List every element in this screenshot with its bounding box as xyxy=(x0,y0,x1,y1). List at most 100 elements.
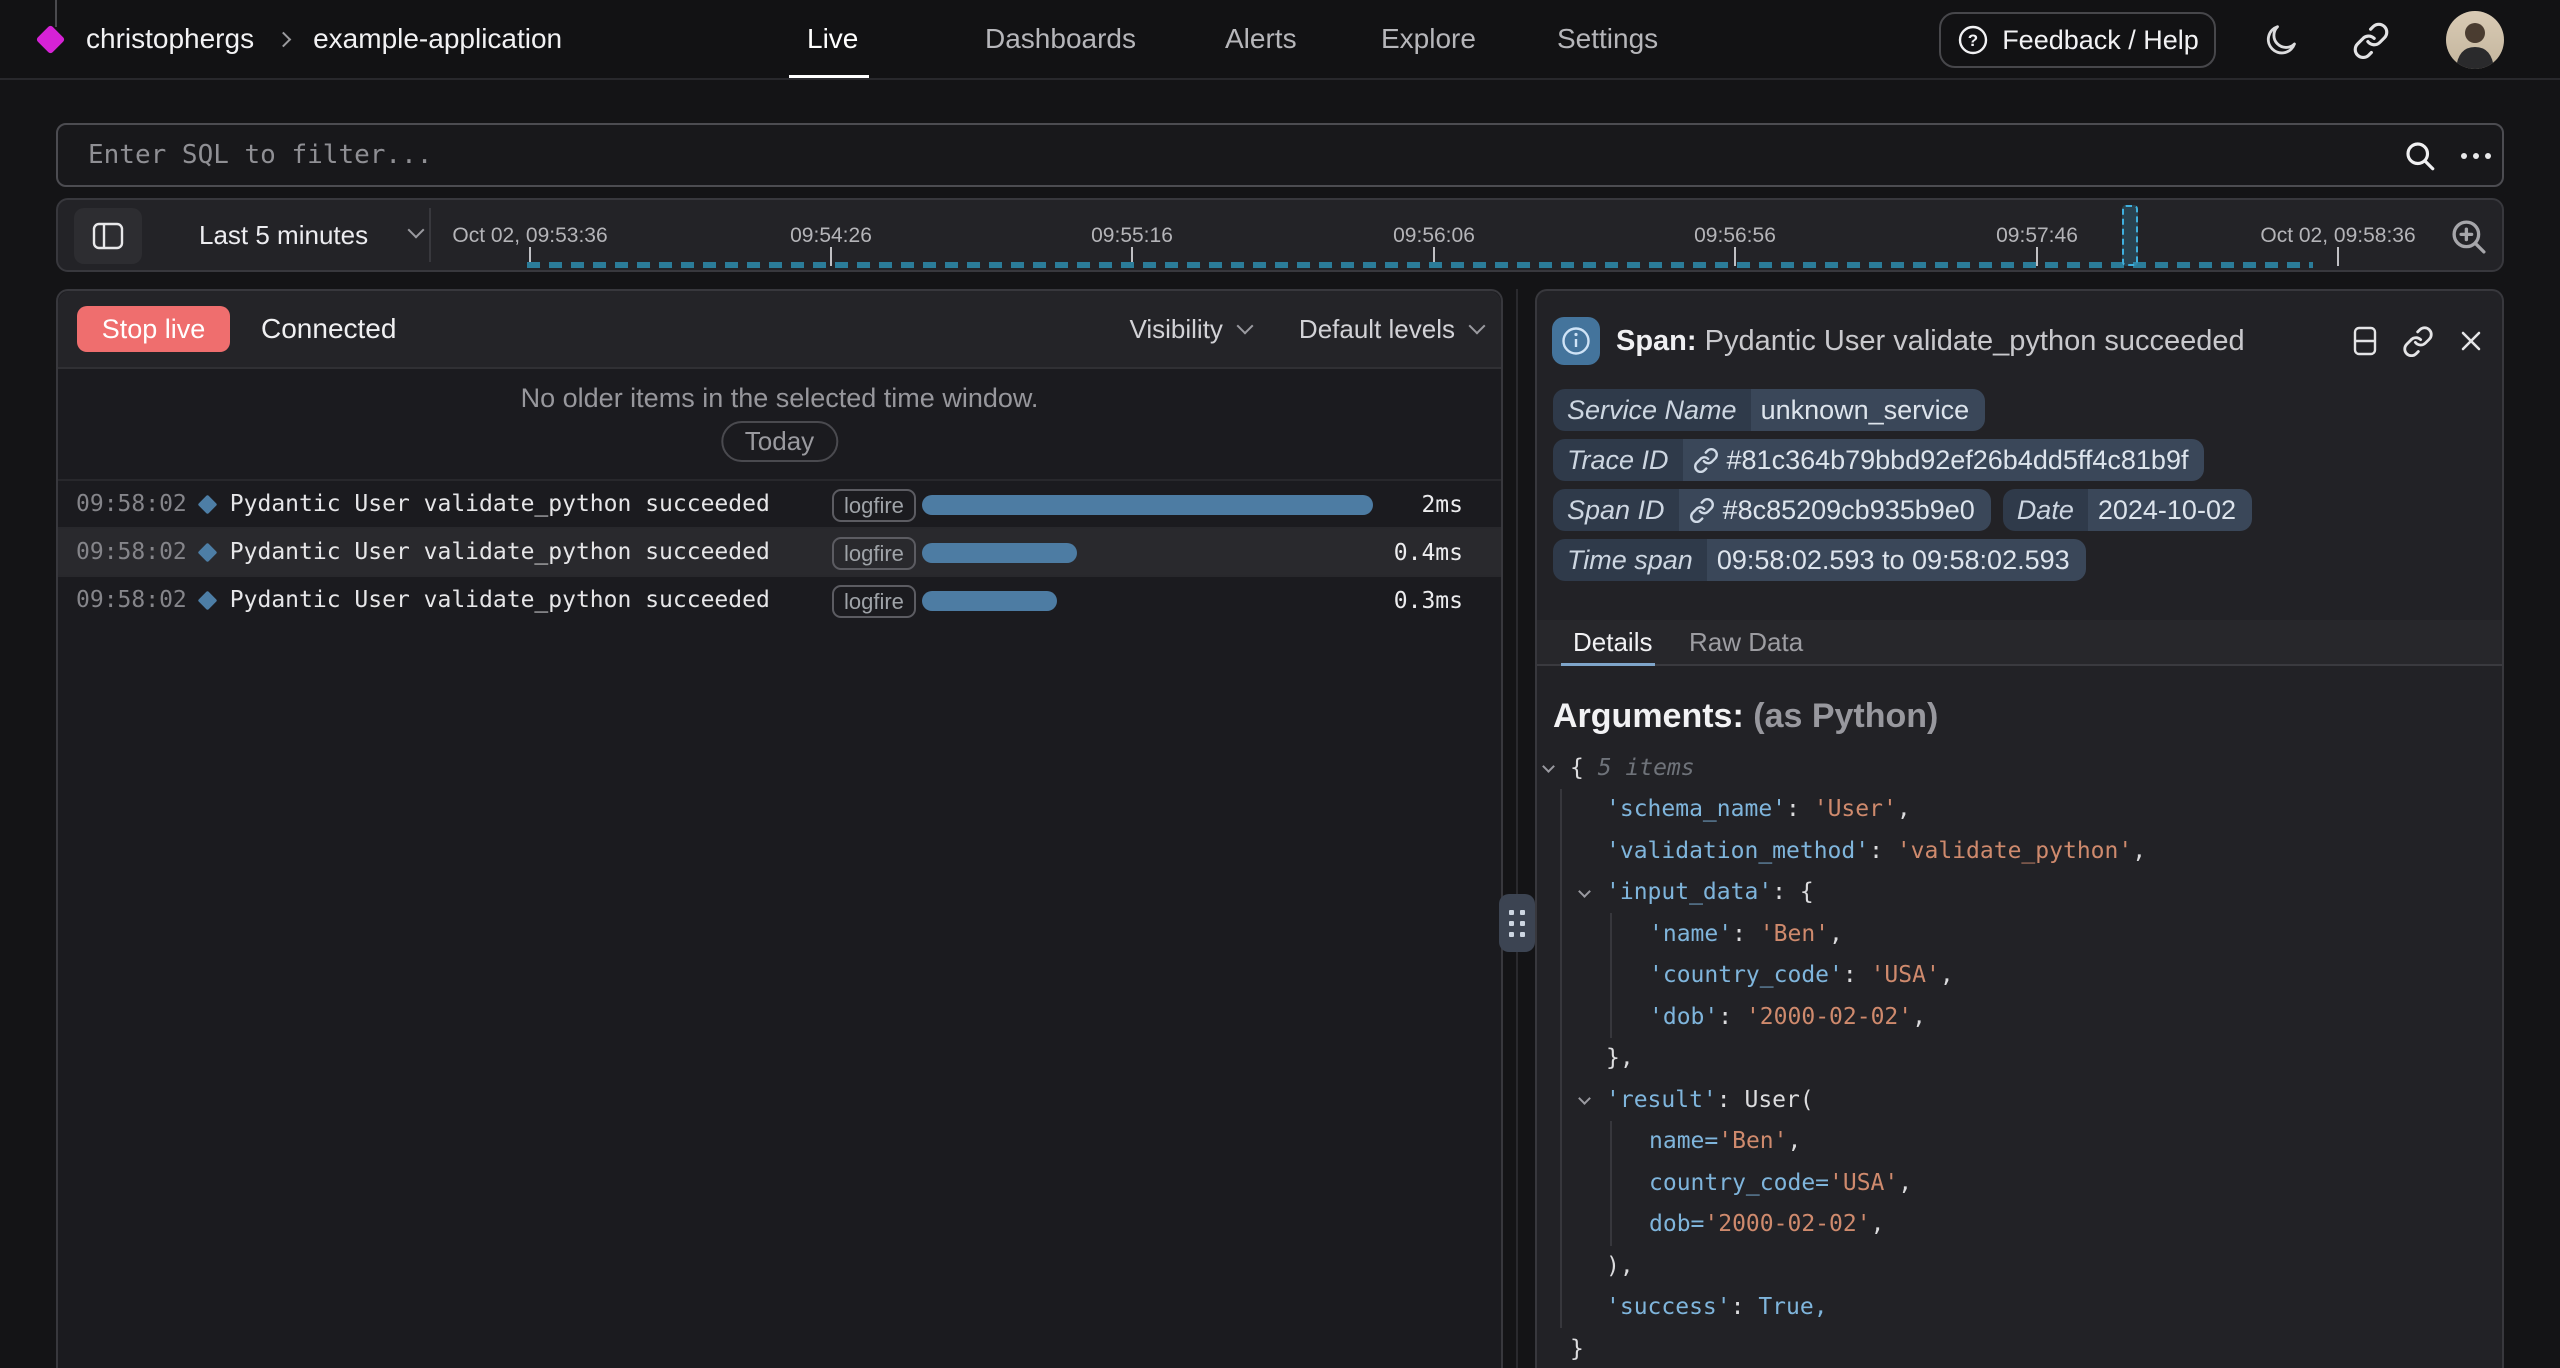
zoom-in-icon[interactable] xyxy=(2448,216,2490,258)
date-badge: Date 2024-10-02 xyxy=(2003,489,2252,531)
timeline-current-marker[interactable] xyxy=(2122,205,2138,266)
span-diamond-icon xyxy=(197,542,217,562)
logfire-app: christophergs example-application Live D… xyxy=(0,0,2560,1368)
duration-track xyxy=(922,591,1392,611)
breadcrumb: christophergs example-application xyxy=(86,0,562,78)
arguments-heading: Arguments: (as Python) xyxy=(1553,697,1938,736)
default-levels-label: Default levels xyxy=(1299,314,1455,345)
tab-details[interactable]: Details xyxy=(1573,620,1652,664)
visibility-dropdown[interactable]: Visibility xyxy=(1129,314,1250,345)
logfire-tag: logfire xyxy=(832,585,916,618)
tab-dashboards[interactable]: Dashboards xyxy=(985,0,1136,78)
arguments-code: { 5 items'schema_name': 'User','validati… xyxy=(1554,747,2498,1368)
timeline-tick-label: 09:57:46 xyxy=(1996,224,2078,248)
share-link-icon[interactable] xyxy=(2352,21,2390,59)
span-diamond-icon xyxy=(197,590,217,610)
duration-bar xyxy=(922,591,1057,611)
code-line: 'dob': '2000-02-02', xyxy=(1554,996,2498,1038)
timeline-activity-line xyxy=(527,262,2313,268)
time-span-label: Time span xyxy=(1553,539,1707,581)
copy-link-icon[interactable] xyxy=(2402,325,2434,357)
close-icon[interactable] xyxy=(2456,326,2486,356)
timeline-tick-label: 09:54:26 xyxy=(790,224,872,248)
sidebar-toggle-button[interactable] xyxy=(74,208,142,264)
question-circle-icon: ? xyxy=(1956,23,1990,57)
log-timestamp: 09:58:02 xyxy=(76,587,187,613)
chevron-down-icon xyxy=(1469,318,1486,335)
tab-explore[interactable]: Explore xyxy=(1381,0,1476,78)
code-line: name='Ben', xyxy=(1554,1121,2498,1163)
code-line: }, xyxy=(1554,1038,2498,1080)
duration-bar xyxy=(922,543,1077,563)
tab-live[interactable]: Live xyxy=(807,0,858,78)
tab-alerts[interactable]: Alerts xyxy=(1225,0,1297,78)
log-row[interactable]: 09:58:02 Pydantic User validate_python s… xyxy=(58,479,1501,527)
code-line: 'success': True, xyxy=(1554,1287,2498,1329)
code-line: ), xyxy=(1554,1245,2498,1287)
trace-id-label: Trace ID xyxy=(1553,439,1683,481)
timeline-tick-label: Oct 02, 09:53:36 xyxy=(452,224,607,248)
split-view-icon[interactable] xyxy=(2350,325,2380,357)
today-button[interactable]: Today xyxy=(721,421,838,462)
date-value: 2024-10-02 xyxy=(2088,489,2252,531)
tab-details-underline xyxy=(1561,663,1655,666)
service-name-badge: Service Name unknown_service xyxy=(1553,389,1985,431)
span-detail-panel: Span: Pydantic User validate_python succ… xyxy=(1535,289,2504,1368)
span-title-label: Span: xyxy=(1616,325,1697,357)
log-row[interactable]: 09:58:02 Pydantic User validate_python s… xyxy=(58,575,1501,623)
panel-resize-track xyxy=(1516,289,1518,1368)
sql-filter-input[interactable]: Enter SQL to filter... xyxy=(56,123,2504,187)
more-options-icon[interactable] xyxy=(2456,138,2496,174)
default-levels-dropdown[interactable]: Default levels xyxy=(1299,314,1483,345)
code-line: country_code='USA', xyxy=(1554,1162,2498,1204)
collapse-caret-icon[interactable] xyxy=(1542,760,1555,773)
breadcrumb-org[interactable]: christophergs xyxy=(86,23,254,55)
code-line: 'schema_name': 'User', xyxy=(1554,789,2498,831)
tab-settings[interactable]: Settings xyxy=(1557,0,1658,78)
chevron-down-icon xyxy=(408,222,425,239)
empty-state-message: No older items in the selected time wind… xyxy=(58,383,1501,414)
time-range-select[interactable]: Last 5 minutes xyxy=(199,200,368,270)
feedback-help-button[interactable]: ? Feedback / Help xyxy=(1939,12,2216,68)
span-diamond-icon xyxy=(197,494,217,514)
timeline-tick-label: Oct 02, 09:58:36 xyxy=(2260,224,2415,248)
span-id-value[interactable]: #8c85209cb935b9e0 xyxy=(1679,489,1991,531)
collapse-caret-icon[interactable] xyxy=(1578,1092,1591,1105)
time-span-badge: Time span 09:58:02.593 to 09:58:02.593 xyxy=(1553,539,2086,581)
code-line: } xyxy=(1554,1328,2498,1368)
svg-text:?: ? xyxy=(1968,31,1978,50)
log-message: Pydantic User validate_python succeeded xyxy=(230,491,770,517)
theme-toggle-moon-icon[interactable] xyxy=(2262,21,2300,59)
collapse-caret-icon[interactable] xyxy=(1578,885,1591,898)
panel-resize-handle[interactable] xyxy=(1499,894,1535,952)
tab-raw-data[interactable]: Raw Data xyxy=(1689,620,1803,664)
sql-filter-placeholder: Enter SQL to filter... xyxy=(88,125,432,185)
top-nav: christophergs example-application Live D… xyxy=(0,0,2560,80)
service-name-label: Service Name xyxy=(1553,389,1751,431)
link-icon xyxy=(1689,497,1715,523)
breadcrumb-project[interactable]: example-application xyxy=(313,23,562,55)
link-icon xyxy=(1693,447,1719,473)
trace-id-value[interactable]: #81c364b79bbd92ef26b4dd5ff4c81b9f xyxy=(1683,439,2205,481)
feedback-help-label: Feedback / Help xyxy=(2002,25,2199,56)
date-label: Date xyxy=(2003,489,2088,531)
log-message: Pydantic User validate_python succeeded xyxy=(230,539,770,565)
code-line: 'country_code': 'USA', xyxy=(1554,955,2498,997)
duration-label: 0.3ms xyxy=(1394,577,1463,625)
log-row[interactable]: 09:58:02 Pydantic User validate_python s… xyxy=(58,527,1501,575)
span-detail-header: Span: Pydantic User validate_python succ… xyxy=(1552,317,2486,365)
log-timestamp: 09:58:02 xyxy=(76,491,187,517)
timeline-tick-label: 09:56:56 xyxy=(1694,224,1776,248)
span-attributes: Service Name unknown_service Trace ID #8… xyxy=(1553,389,2492,589)
duration-label: 0.4ms xyxy=(1394,529,1463,577)
visibility-label: Visibility xyxy=(1129,314,1222,345)
code-line: dob='2000-02-02', xyxy=(1554,1204,2498,1246)
connection-status: Connected xyxy=(261,313,396,345)
stop-live-button[interactable]: Stop live xyxy=(77,306,230,352)
user-avatar[interactable] xyxy=(2446,11,2504,69)
search-icon[interactable] xyxy=(2402,138,2438,174)
logfire-logo[interactable] xyxy=(36,25,66,55)
code-line: 'input_data': { xyxy=(1554,872,2498,914)
log-timestamp: 09:58:02 xyxy=(76,539,187,565)
span-id-label: Span ID xyxy=(1553,489,1679,531)
